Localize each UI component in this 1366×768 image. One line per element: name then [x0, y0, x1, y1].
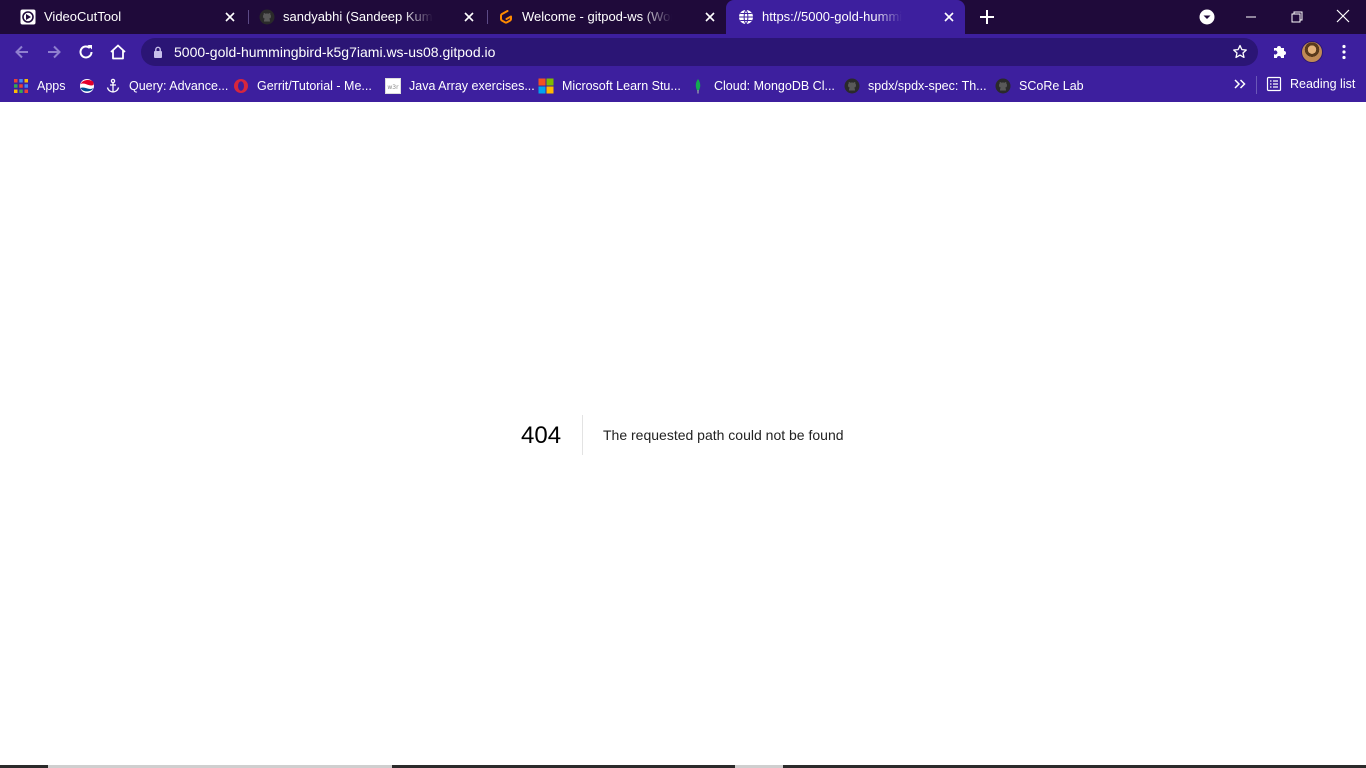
tab-title: https://5000-gold-hummingbird-k5g7iami.w…: [762, 9, 902, 24]
bookmark-label: Java Array exercises...: [409, 79, 535, 93]
tab-gitpod-welcome[interactable]: Welcome - gitpod-ws (Workspace): [486, 0, 726, 34]
bookmark-label: Apps: [37, 79, 66, 93]
tab-gitpod-preview[interactable]: https://5000-gold-hummingbird-k5g7iami.w…: [726, 0, 965, 34]
extensions-puzzle-icon[interactable]: [1270, 42, 1290, 62]
bookmark-label: Microsoft Learn Stu...: [562, 79, 681, 93]
forward-arrow-icon[interactable]: [44, 42, 64, 62]
tab-github-profile[interactable]: sandyabhi (Sandeep Kumar Patel): [247, 0, 485, 34]
github-icon: [995, 78, 1011, 94]
profile-avatar[interactable]: [1301, 41, 1323, 63]
close-tab-icon[interactable]: [941, 9, 957, 25]
browser-toolbar: 5000-gold-hummingbird-k5g7iami.ws-us08.g…: [0, 34, 1366, 70]
bookmark-label: Query: Advance...: [129, 79, 229, 93]
bookmark-score-lab[interactable]: SCoRe Lab: [995, 76, 1084, 96]
bookmark-java-array[interactable]: w3r Java Array exercises...: [385, 76, 535, 96]
tab-title: VideoCutTool: [44, 9, 122, 24]
close-tab-icon[interactable]: [702, 9, 718, 25]
bookmark-apps[interactable]: Apps: [13, 76, 66, 96]
more-bookmarks-chevron-icon[interactable]: [1232, 76, 1248, 92]
restore-icon[interactable]: [1286, 6, 1308, 28]
github-icon: [844, 78, 860, 94]
bookmark-pepsi[interactable]: [79, 76, 103, 96]
opera-icon: [234, 79, 248, 93]
tab-search-chevron-down-icon[interactable]: [1196, 6, 1218, 28]
tab-videocuttool[interactable]: VideoCutTool: [8, 0, 246, 34]
videocuttool-icon: [20, 9, 36, 25]
back-arrow-icon[interactable]: [12, 42, 32, 62]
mongodb-leaf-icon: [695, 79, 701, 94]
bookmark-star-icon[interactable]: [1232, 44, 1248, 60]
error-divider: [582, 415, 583, 455]
error-code: 404: [521, 422, 562, 449]
bookmark-microsoft-learn[interactable]: Microsoft Learn Stu...: [538, 76, 681, 96]
bookmarks-bar: Apps Query: Advance... Gerrit/Tutorial -…: [0, 70, 1366, 102]
address-bar[interactable]: 5000-gold-hummingbird-k5g7iami.ws-us08.g…: [141, 38, 1258, 66]
lock-icon[interactable]: [152, 46, 164, 58]
reading-list-icon: [1266, 76, 1282, 92]
bookmark-query-advance[interactable]: Query: Advance...: [105, 76, 228, 96]
github-icon: [259, 9, 275, 25]
close-window-icon[interactable]: [1332, 6, 1354, 28]
w3r-icon: w3r: [385, 78, 401, 94]
page-content: 404 The requested path could not be foun…: [0, 102, 1366, 768]
globe-icon: [739, 9, 753, 25]
bookmark-label: spdx/spdx-spec: Th...: [868, 79, 987, 93]
bookmark-label: Cloud: MongoDB Cl...: [714, 79, 835, 93]
microsoft-icon: [538, 78, 554, 94]
tab-strip: VideoCutTool sandyabhi (Sandeep Kumar Pa…: [0, 0, 1366, 34]
reading-list-label: Reading list: [1290, 77, 1356, 91]
bookmark-spdx-spec[interactable]: spdx/spdx-spec: Th...: [844, 76, 987, 96]
apps-grid-icon: [14, 79, 28, 93]
url-text[interactable]: 5000-gold-hummingbird-k5g7iami.ws-us08.g…: [174, 44, 495, 60]
gitpod-icon: [500, 10, 512, 24]
new-tab-plus-icon[interactable]: [977, 7, 997, 27]
svg-text:w3r: w3r: [387, 84, 399, 91]
bookmark-label: Gerrit/Tutorial - Me...: [257, 79, 372, 93]
reading-list-button[interactable]: Reading list: [1266, 76, 1355, 92]
tab-title: sandyabhi (Sandeep Kumar Patel): [283, 9, 433, 24]
error-message: The requested path could not be found: [603, 427, 844, 443]
close-tab-icon[interactable]: [222, 9, 238, 25]
bookmark-mongodb-cloud[interactable]: Cloud: MongoDB Cl...: [690, 76, 835, 96]
tab-title: Welcome - gitpod-ws (Workspace): [522, 9, 672, 24]
menu-kebab-icon[interactable]: [1334, 42, 1354, 62]
bookmark-label: SCoRe Lab: [1019, 79, 1084, 93]
minimize-icon[interactable]: [1240, 6, 1262, 28]
pepsi-icon: [80, 79, 94, 93]
bookmarks-divider: [1256, 76, 1257, 94]
home-icon[interactable]: [108, 42, 128, 62]
bookmark-gerrit-tutorial[interactable]: Gerrit/Tutorial - Me...: [233, 76, 372, 96]
close-tab-icon[interactable]: [461, 9, 477, 25]
anchor-icon: [106, 78, 120, 93]
reload-icon[interactable]: [76, 42, 96, 62]
